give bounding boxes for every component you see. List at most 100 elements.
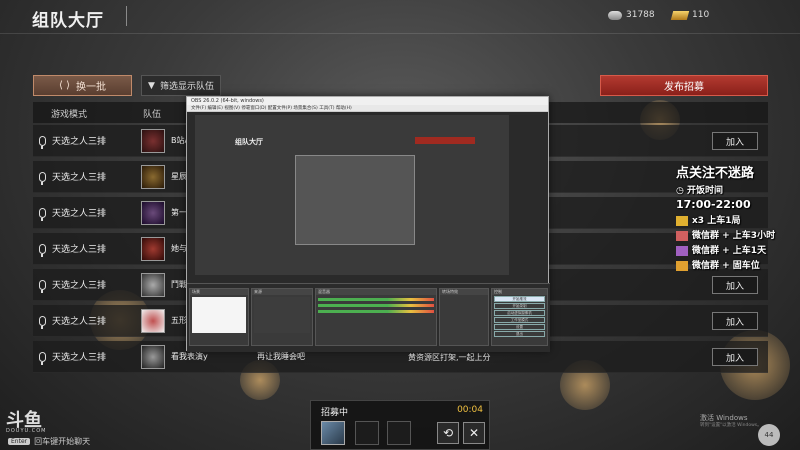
refresh-recruit-button[interactable]: ⟲ — [437, 422, 459, 444]
filter-icon: ▼ — [148, 80, 155, 91]
chat-hint-text: 回车键开始聊天 — [34, 437, 91, 446]
close-icon: ✕ — [468, 426, 480, 440]
publish-recruit-button[interactable]: 发布招募 — [600, 75, 768, 96]
start-record-button[interactable]: 开始录制 — [494, 303, 545, 309]
title-separator — [126, 6, 127, 26]
team-avatar — [141, 345, 165, 369]
mode-label: 天选之人三排 — [52, 173, 107, 183]
join-button[interactable]: 加入 — [712, 348, 758, 366]
team-avatar — [141, 201, 165, 225]
team-name: 看我表演y — [171, 352, 208, 361]
obs-window[interactable]: OBS 26.0.2 (64-bit, windows) 文件(F) 编辑(E)… — [186, 96, 550, 352]
publish-label: 发布招募 — [664, 82, 704, 93]
sources-header: 来源 — [252, 289, 312, 295]
overlay-follow: 点关注不迷路 — [676, 166, 755, 181]
refresh-icon: ⟨ ⟩ — [59, 80, 70, 91]
preview-red-button — [415, 137, 475, 144]
filter-label: 筛选显示队伍 — [159, 82, 214, 92]
refresh-batch-button[interactable]: ⟨ ⟩ 换一批 — [33, 75, 132, 96]
overlay-tier-2: 微信群 + 上车3小时 — [676, 228, 800, 241]
silver-currency: 31788 — [608, 10, 655, 20]
team-member-name: 再让我睡会吧 — [257, 352, 305, 361]
circle-counter[interactable]: 44 — [758, 424, 780, 446]
gold-bar-icon — [676, 215, 688, 226]
team-name: 鬥戰 — [171, 280, 187, 289]
mode-label: 天选之人三排 — [52, 209, 107, 219]
join-button[interactable]: 加入 — [712, 276, 758, 294]
overlay-tier-1-text: x3 上车1局 — [692, 216, 741, 226]
scenes-panel[interactable]: 场景 — [189, 288, 249, 346]
overlay-tier-4: 微信群 + 固车位 — [676, 258, 800, 271]
mode-label: 天选之人三排 — [52, 245, 107, 255]
obs-menubar[interactable]: 文件(F) 编辑(E) 视图(V) 停靠窗口(D) 配置文件(P) 场景集合(S… — [187, 105, 548, 112]
stream-overlay: 点关注不迷路 ◷ 开饭时间 17:00-22:00 x3 上车1局 微信群 + … — [676, 162, 800, 273]
silver-value: 31788 — [626, 10, 655, 20]
overlay-time: 17:00-22:00 — [676, 198, 751, 211]
gift-icon — [676, 260, 688, 271]
mode-label: 天选之人三排 — [52, 281, 107, 291]
gold-currency: 110 — [670, 10, 710, 20]
obs-preview: 组队大厅 — [195, 115, 509, 275]
scenes-list[interactable] — [192, 297, 246, 333]
douyu-domain: DOUYU.COM — [6, 428, 47, 434]
overlay-time-label: ◷ 开饭时间 — [676, 183, 800, 196]
mic-icon — [39, 171, 46, 185]
team-avatar — [141, 237, 165, 261]
mixer-panel[interactable]: 混音器 — [315, 288, 437, 346]
mixer-header: 混音器 — [316, 289, 436, 295]
mic-icon — [39, 351, 46, 365]
join-button[interactable]: 加入 — [712, 312, 758, 330]
start-stream-button[interactable]: 开始推流 — [494, 296, 545, 302]
header-mode: 游戏模式 — [51, 110, 88, 120]
audio-meter — [318, 304, 434, 307]
join-button[interactable]: 加入 — [712, 132, 758, 150]
gold-bar-icon — [670, 10, 690, 20]
studio-mode-button[interactable]: 工作室模式 — [494, 317, 545, 323]
overlay-tier-1: x3 上车1局 — [676, 213, 800, 226]
overlay-time-label-text: 开饭时间 — [687, 186, 724, 196]
settings-button[interactable]: 设置 — [494, 324, 545, 330]
controls-panel[interactable]: 控制 开始推流 开始录制 启动虚拟摄像机 工作室模式 设置 退出 — [491, 288, 548, 346]
recruit-timer: 00:04 — [457, 405, 483, 415]
gift-icon — [676, 245, 688, 256]
filter-button[interactable]: ▼ 筛选显示队伍 — [141, 75, 221, 96]
refresh-icon: ⟲ — [442, 426, 454, 440]
mic-icon — [39, 135, 46, 149]
team-avatar — [141, 309, 165, 333]
mic-icon — [39, 207, 46, 221]
controls-header: 控制 — [492, 289, 547, 295]
sources-panel[interactable]: 来源 — [251, 288, 313, 346]
gold-value: 110 — [692, 10, 710, 20]
exit-button[interactable]: 退出 — [494, 331, 545, 337]
top-divider — [0, 33, 800, 34]
audio-meter — [318, 310, 434, 313]
enter-key-badge: Enter — [8, 438, 31, 445]
overlay-tier-3: 微信群 + 上车1天 — [676, 243, 800, 256]
mode-cell: 天选之人三排 — [39, 206, 107, 221]
recruit-title: 招募中 — [321, 408, 349, 418]
sources-list[interactable] — [254, 297, 310, 333]
mode-label: 天选之人三排 — [52, 353, 107, 363]
chat-hint: Enter 回车键开始聊天 — [8, 436, 90, 447]
mic-icon — [39, 243, 46, 257]
mode-cell: 天选之人三排 — [39, 134, 107, 149]
mode-label: 天选之人三排 — [52, 137, 107, 147]
team-name: 五形 — [171, 316, 187, 325]
obs-titlebar[interactable]: OBS 26.0.2 (64-bit, windows) — [187, 97, 548, 105]
silver-coin-icon — [608, 10, 622, 20]
transitions-panel[interactable]: 转场特效 — [439, 288, 489, 346]
team-avatar — [141, 165, 165, 189]
virtual-camera-button[interactable]: 启动虚拟摄像机 — [494, 310, 545, 316]
page-title: 组队大厅 — [32, 11, 104, 31]
obs-controls-area: 场景 来源 混音器 转场特效 控制 开始推流 开始录制 启动虚拟摄像机 工作室模… — [187, 283, 550, 352]
scenes-header: 场景 — [190, 289, 248, 295]
top-bar: 组队大厅 31788 110 — [0, 0, 800, 34]
recruit-slot-empty — [387, 421, 411, 445]
preview-nested-window — [295, 155, 415, 245]
mode-cell: 天选之人三排 — [39, 314, 107, 329]
mode-cell: 天选之人三排 — [39, 242, 107, 257]
cancel-recruit-button[interactable]: ✕ — [463, 422, 485, 444]
refresh-label: 换一批 — [75, 82, 106, 93]
windows-activate-sub: 转到"设置"以激活 Windows。 — [700, 423, 762, 428]
mode-label: 天选之人三排 — [52, 317, 107, 327]
